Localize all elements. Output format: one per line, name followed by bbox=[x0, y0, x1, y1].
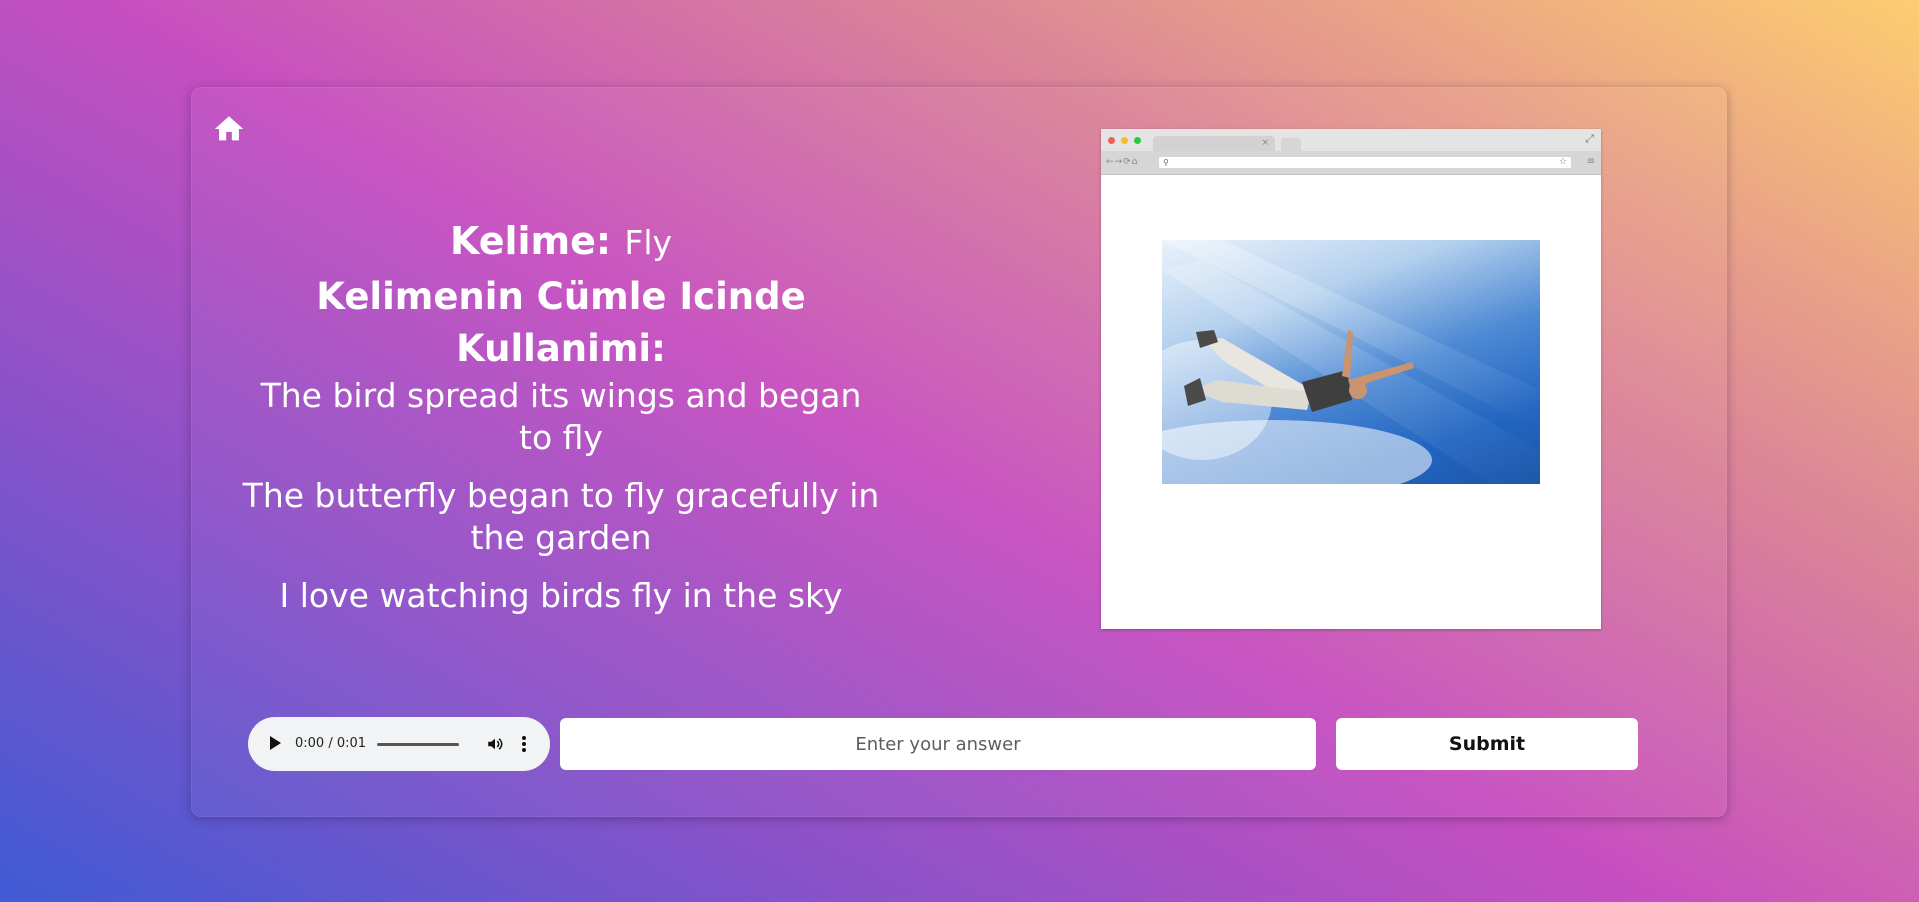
answer-input[interactable] bbox=[560, 718, 1316, 770]
tab-close-icon: × bbox=[1261, 138, 1269, 148]
browser-toolbar: ←→⟳⌂ ⚲ ☆ ≡ bbox=[1101, 151, 1601, 175]
word-line: Kelime: Fly bbox=[241, 217, 881, 267]
browser-frame: × ⤢ ←→⟳⌂ ⚲ ☆ ≡ bbox=[1101, 129, 1601, 629]
word-value: Fly bbox=[624, 223, 673, 262]
word-label: Kelime: bbox=[449, 219, 612, 263]
submit-button[interactable]: Submit bbox=[1336, 718, 1638, 770]
new-tab bbox=[1281, 138, 1301, 151]
maximize-dot-icon bbox=[1134, 137, 1141, 144]
flying-man-illustration bbox=[1162, 240, 1540, 484]
menu-icon: ≡ bbox=[1586, 156, 1595, 167]
close-dot-icon bbox=[1108, 137, 1115, 144]
browser-tab: × bbox=[1153, 136, 1275, 151]
search-icon: ⚲ bbox=[1163, 158, 1169, 167]
audio-seek-bar[interactable] bbox=[377, 743, 459, 746]
example-sentence: The bird spread its wings and began to f… bbox=[260, 376, 862, 457]
address-bar: ⚲ ☆ bbox=[1159, 157, 1571, 168]
star-icon: ☆ bbox=[1558, 157, 1567, 167]
more-vert-icon[interactable] bbox=[521, 734, 527, 754]
example-sentence: I love watching birds fly in the sky bbox=[279, 576, 843, 615]
home-icon bbox=[214, 116, 244, 141]
audio-time: 0:00 / 0:01 bbox=[295, 736, 367, 751]
play-icon[interactable] bbox=[270, 736, 281, 750]
quiz-card: Kelime: Fly Kelimenin Cümle Icinde Kulla… bbox=[191, 87, 1727, 817]
example-sentence: The butterfly began to fly gracefully in… bbox=[242, 476, 880, 557]
home-button[interactable] bbox=[212, 112, 246, 146]
audio-player: 0:00 / 0:01 bbox=[248, 717, 550, 771]
minimize-dot-icon bbox=[1121, 137, 1128, 144]
browser-titlebar: × ⤢ bbox=[1101, 129, 1601, 151]
word-image bbox=[1162, 240, 1540, 484]
expand-icon: ⤢ bbox=[1585, 132, 1594, 145]
word-info: Kelime: Fly Kelimenin Cümle Icinde Kulla… bbox=[241, 217, 881, 633]
volume-icon[interactable] bbox=[486, 734, 504, 754]
nav-icons: ←→⟳⌂ bbox=[1106, 157, 1139, 167]
usage-heading: Kelimenin Cümle Icinde Kullanimi: bbox=[316, 275, 806, 370]
